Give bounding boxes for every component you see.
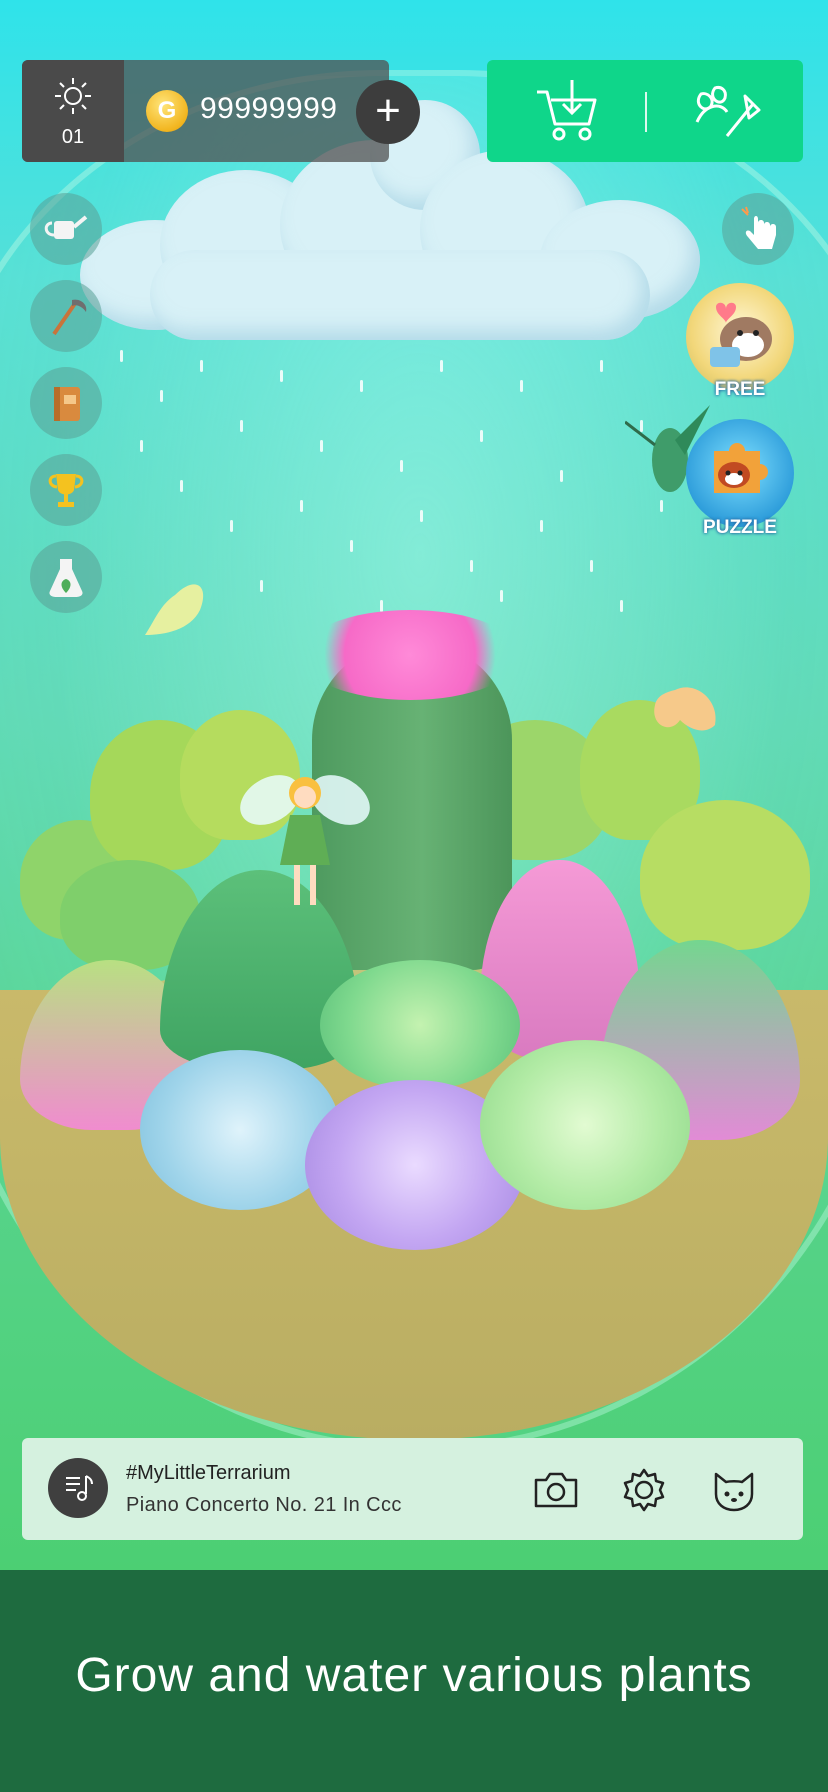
trophy-button[interactable] — [30, 454, 102, 526]
watering-can-button[interactable] — [30, 193, 102, 265]
promo-caption-banner: Grow and water various plants — [0, 1570, 828, 1792]
book-button[interactable] — [30, 367, 102, 439]
red-panda-puzzle-icon — [714, 443, 768, 493]
sun-icon — [55, 78, 91, 114]
settings-gear-icon[interactable] — [618, 1464, 670, 1516]
plant-trowel-icon[interactable] — [687, 74, 761, 148]
coin-icon: G — [146, 90, 188, 132]
watering-can-icon — [44, 215, 88, 239]
music-bar[interactable]: #MyLittleTerrarium Piano Concerto No. 21… — [22, 1438, 803, 1540]
free-label: FREE — [714, 379, 766, 400]
free-promo-button[interactable] — [686, 283, 794, 391]
orange-butterfly — [654, 687, 716, 731]
music-note-icon — [66, 1475, 93, 1501]
green-echeveria-right — [480, 1040, 690, 1210]
puzzle-label: PUZZLE — [703, 517, 777, 538]
cactus-flowers — [300, 610, 520, 700]
scythe-button[interactable] — [30, 280, 102, 352]
scythe-icon — [52, 299, 87, 336]
terrarium-scene — [0, 0, 828, 1570]
cat-face-icon[interactable] — [708, 1464, 760, 1516]
flask-plant-icon — [49, 559, 83, 597]
shop-panel — [487, 60, 803, 162]
pointing-hand-icon — [741, 206, 776, 249]
puzzle-promo-button[interactable] — [686, 419, 794, 527]
level-number: 01 — [61, 126, 85, 148]
fairy — [240, 775, 370, 905]
music-hashtag: #MyLittleTerrarium — [126, 1462, 291, 1484]
currency-panel: 01 G 99999999 + — [22, 60, 420, 162]
yellow-butterfly — [145, 584, 204, 635]
flask-button[interactable] — [30, 541, 102, 613]
music-note-button[interactable] — [48, 1458, 108, 1518]
book-icon — [54, 387, 80, 421]
coin-count: 99999999 — [200, 92, 338, 125]
divider — [645, 92, 647, 132]
add-coins-button[interactable]: + — [356, 80, 420, 144]
green-echeveria-center — [320, 960, 520, 1090]
level-indicator[interactable]: 01 — [22, 60, 124, 162]
caption-text: Grow and water various plants — [75, 1649, 753, 1702]
tap-hint-button[interactable] — [722, 193, 794, 265]
camera-icon[interactable] — [530, 1464, 582, 1516]
music-track-title: Piano Concerto No. 21 In Ccc — [126, 1494, 402, 1516]
hamster-icon — [710, 302, 772, 367]
shop-cart-icon[interactable] — [529, 74, 603, 148]
trophy-icon — [48, 474, 84, 507]
